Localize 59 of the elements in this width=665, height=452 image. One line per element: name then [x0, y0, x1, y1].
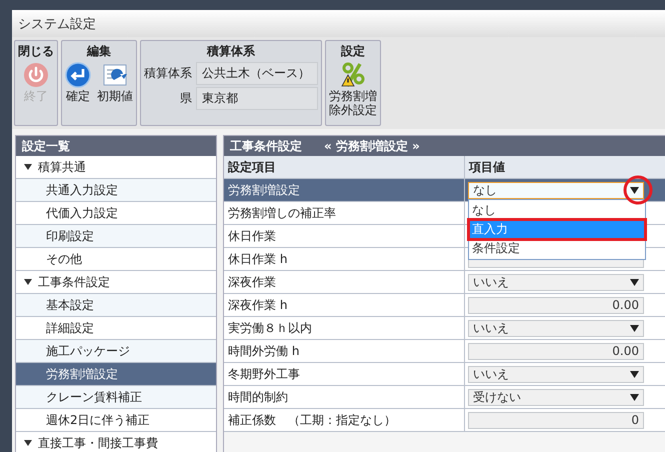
table-cell: 時間外労働 h	[224, 340, 465, 363]
sidebar-item[interactable]: 労務割増設定	[16, 363, 216, 386]
window-title: システム設定	[18, 16, 96, 32]
table-cell: 実労働８ｈ以内	[224, 317, 465, 340]
dropdown-field[interactable]: なし	[468, 182, 644, 198]
dropdown-field[interactable]: いいえ	[468, 320, 644, 336]
group-title: 編集	[87, 43, 111, 60]
group-title: 積算体系	[207, 43, 255, 60]
table-cell: 休日作業	[224, 225, 465, 248]
column-header: 設定項目	[224, 156, 465, 179]
power-icon	[23, 62, 49, 88]
panel-title: 工事条件設定	[230, 138, 302, 154]
column-header: 項目値	[465, 156, 665, 179]
toolbar-button[interactable]: 労務割増 除外設定	[329, 62, 377, 118]
dropdown-arrow-icon[interactable]	[630, 370, 639, 378]
enter-icon	[65, 62, 91, 88]
table-cell: 休日作業 h	[224, 248, 465, 271]
field-label: 積算体系	[144, 65, 192, 82]
tree-group-label: 工事条件設定	[38, 274, 110, 290]
reset-icon	[102, 62, 128, 88]
tree-group-label: 積算共通	[38, 158, 86, 176]
number-field[interactable]: 0.00	[468, 342, 644, 360]
tree-group-label: 直接工事・間接工事費	[38, 434, 158, 452]
expand-icon[interactable]	[24, 278, 32, 286]
dropdown-field[interactable]: いいえ	[468, 366, 644, 382]
table-cell: 深夜作業	[224, 271, 465, 294]
dropdown-arrow-icon[interactable]	[630, 394, 639, 400]
panel-subtitle: « 労務割増設定 »	[324, 138, 420, 154]
expand-icon[interactable]	[24, 163, 32, 171]
sidebar-item[interactable]: 印刷設定	[16, 225, 216, 248]
table-cell: 冬期野外工事	[224, 363, 465, 386]
dropdown-arrow-icon[interactable]	[630, 278, 639, 286]
toolbar-button[interactable]: 初期値	[97, 62, 133, 104]
field-value: 公共土木（ベース）	[196, 62, 318, 85]
expand-icon[interactable]	[24, 439, 32, 447]
sidebar-item[interactable]: 施工パッケージ	[16, 340, 216, 363]
dropdown-arrow-icon[interactable]	[630, 186, 639, 194]
percent-warning-icon	[339, 62, 367, 88]
number-field[interactable]: 0	[468, 412, 644, 428]
table-cell: 時間的制約	[224, 386, 465, 409]
field-value: 東京都	[196, 87, 318, 110]
dropdown-field[interactable]: いいえ	[468, 274, 644, 290]
sidebar-item[interactable]: 共通入力設定	[16, 179, 216, 202]
number-field[interactable]: 0.00	[468, 296, 644, 314]
group-title: 設定	[341, 43, 365, 60]
table-cell: 労務割増しの補正率	[224, 202, 465, 225]
table-cell: 労務割増設定	[224, 179, 465, 202]
table-cell: 補正係数 （工期：指定なし）	[224, 409, 465, 432]
field-label: 県	[179, 90, 192, 107]
dropdown-arrow-icon[interactable]	[630, 324, 639, 332]
dropdown-option[interactable]: なし	[469, 201, 645, 220]
table-cell: 深夜作業 h	[224, 294, 465, 317]
dropdown-option[interactable]: 条件設定	[469, 239, 645, 258]
sidebar-title: 設定一覧	[22, 138, 70, 154]
group-title: 閉じる	[18, 43, 54, 60]
sidebar-item[interactable]: 基本設定	[16, 294, 216, 317]
sidebar-item[interactable]: クレーン賃料補正	[16, 386, 216, 409]
toolbar-button[interactable]: 確定	[65, 62, 91, 104]
dropdown-field[interactable]: 受けない	[468, 388, 644, 406]
